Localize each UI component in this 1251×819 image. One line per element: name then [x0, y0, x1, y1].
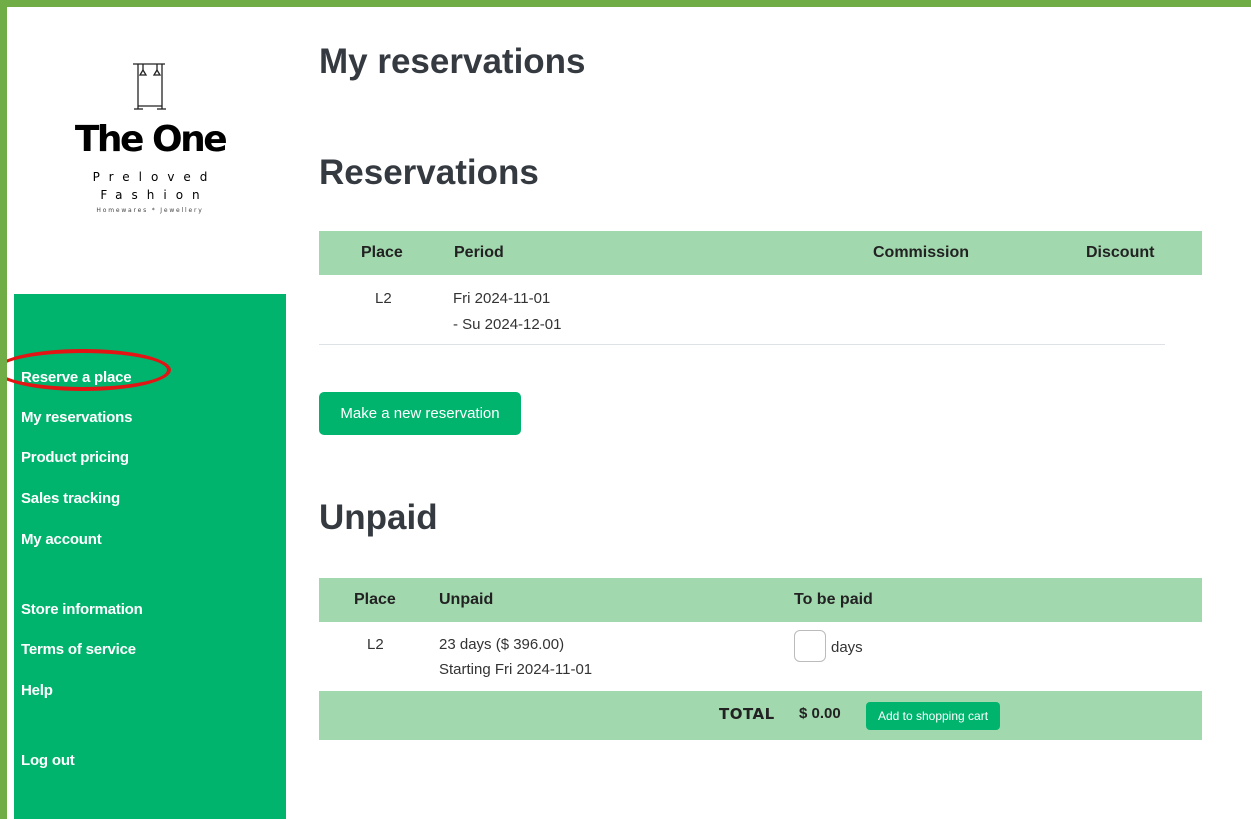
reservations-table-header: Place Period Commission Discount — [319, 231, 1202, 275]
unpaid-start-date: Starting Fri 2024-11-01 — [439, 661, 593, 678]
brand-name: The One — [74, 119, 228, 160]
reservation-place: L2 — [375, 290, 392, 307]
unpaid-table-header: Place Unpaid To be paid — [319, 578, 1202, 622]
sidebar-item-reserve-a-place[interactable]: Reserve a place — [21, 369, 132, 386]
unpaid-heading: Unpaid — [319, 498, 438, 537]
sidebar-item-help[interactable]: Help — [21, 682, 53, 699]
total-amount: $ 0.00 — [799, 705, 841, 722]
reservations-heading: Reservations — [319, 153, 539, 192]
unpaid-place: L2 — [367, 636, 384, 653]
unpaid-amount: 23 days ($ 396.00) — [439, 636, 565, 653]
column-header-to-be-paid: To be paid — [794, 591, 873, 608]
brand-line-fashion: Fashion — [100, 188, 209, 202]
sidebar-item-product-pricing[interactable]: Product pricing — [21, 449, 129, 466]
days-to-pay-input[interactable] — [794, 630, 826, 662]
make-new-reservation-button[interactable]: Make a new reservation — [319, 392, 521, 435]
brand-line-preloved: Preloved — [92, 170, 217, 184]
column-header-place: Place — [354, 591, 396, 608]
sidebar-item-log-out[interactable]: Log out — [21, 752, 75, 769]
total-row: TOTAL $ 0.00 Add to shopping cart — [319, 691, 1202, 740]
app-frame: The One Preloved Fashion Homewares * Jew… — [0, 0, 1251, 819]
column-header-unpaid: Unpaid — [439, 591, 494, 608]
sidebar-item-my-account[interactable]: My account — [21, 531, 102, 548]
column-header-commission: Commission — [873, 244, 970, 261]
brand-tagline: Homewares * Jewellery — [96, 207, 204, 214]
clothes-rack-icon — [133, 63, 166, 110]
add-to-shopping-cart-button[interactable]: Add to shopping cart — [866, 702, 1000, 730]
sidebar-item-store-information[interactable]: Store information — [21, 601, 143, 618]
reservation-period-start: Fri 2024-11-01 — [453, 290, 551, 307]
sidebar-item-my-reservations[interactable]: My reservations — [21, 409, 132, 426]
page-title: My reservations — [319, 42, 586, 81]
total-label: TOTAL — [719, 705, 775, 723]
days-unit-label: days — [831, 639, 863, 656]
column-header-place: Place — [361, 244, 403, 261]
column-header-period: Period — [454, 244, 504, 261]
row-divider — [319, 344, 1165, 345]
sidebar-item-sales-tracking[interactable]: Sales tracking — [21, 490, 120, 507]
brand-logo[interactable]: The One Preloved Fashion Homewares * Jew… — [14, 14, 286, 294]
reservation-period-end: - Su 2024-12-01 — [453, 316, 562, 333]
column-header-discount: Discount — [1086, 244, 1155, 261]
sidebar-item-terms-of-service[interactable]: Terms of service — [21, 641, 136, 658]
